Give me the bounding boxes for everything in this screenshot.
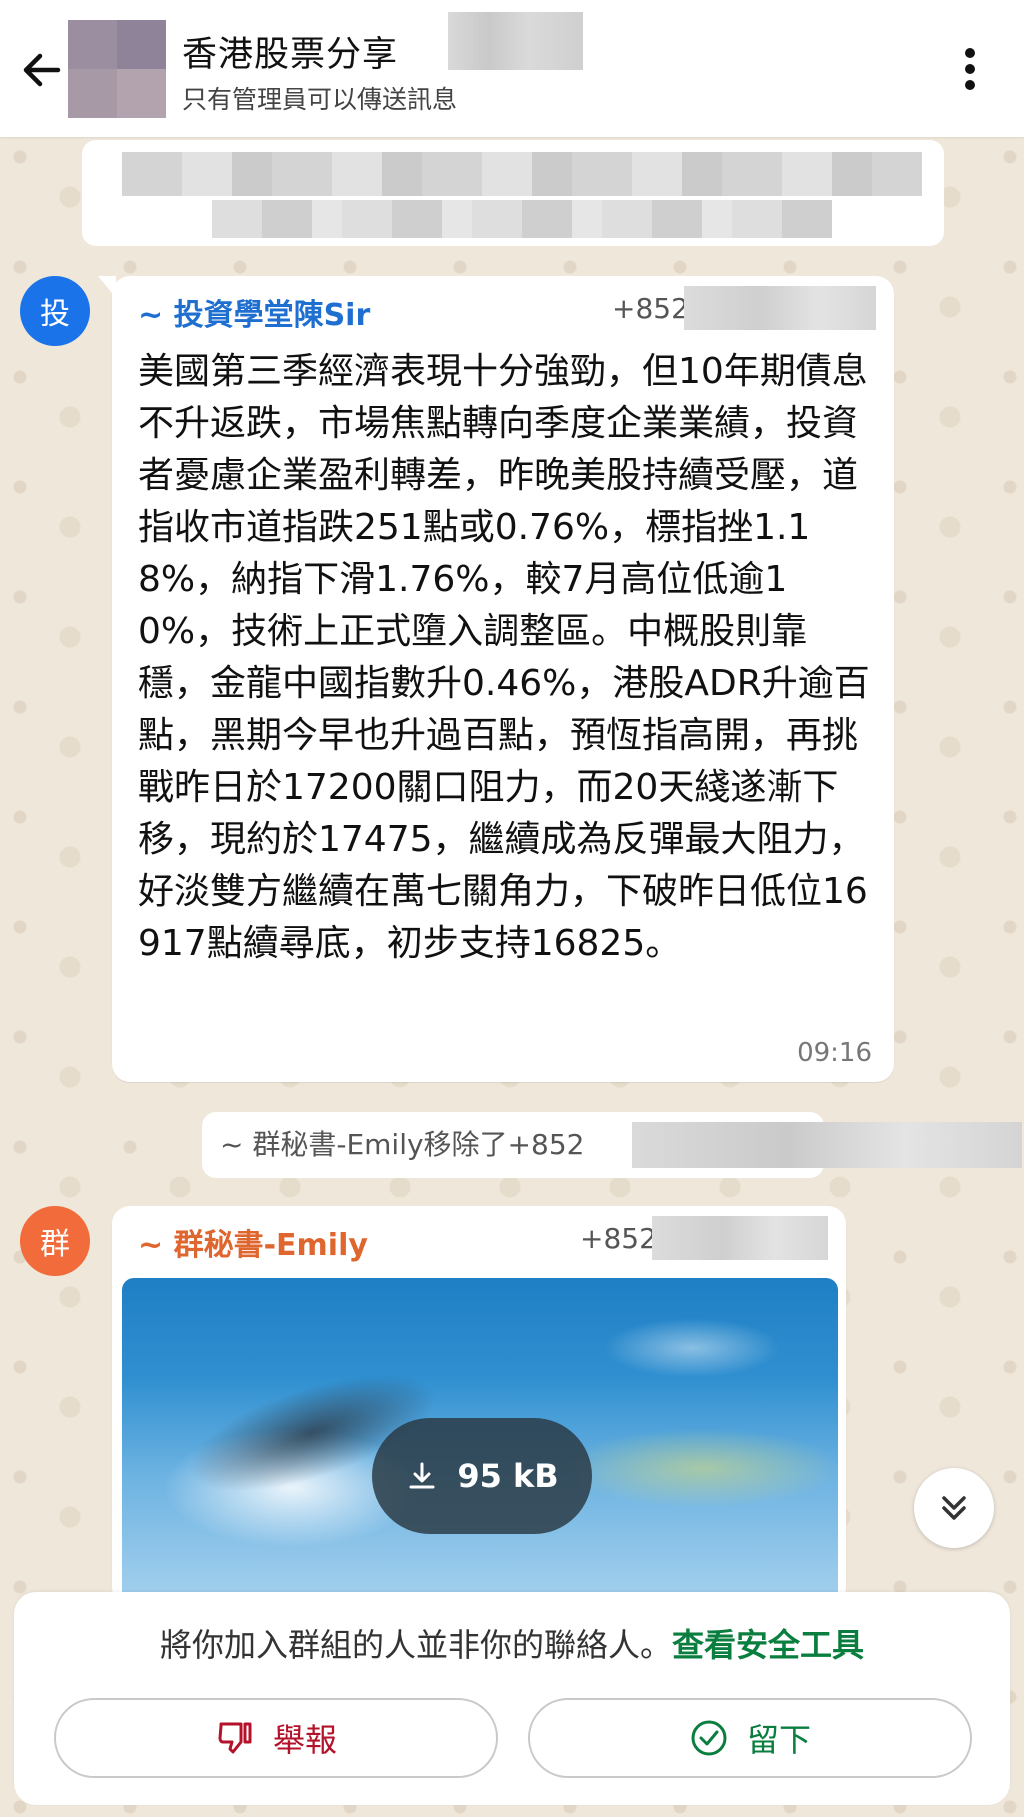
redacted-system-banner	[82, 140, 944, 246]
more-options-button[interactable]	[950, 44, 990, 94]
sender-name[interactable]: ~ 群秘書-Emily	[138, 1220, 368, 1264]
sender-phone: +852	[580, 1222, 657, 1255]
scroll-to-bottom-button[interactable]	[914, 1468, 994, 1548]
system-notice-text: ~ 群秘書-Emily移除了+852	[220, 1128, 585, 1161]
avatar-initial: 群	[40, 1227, 70, 1262]
group-subtitle: 只有管理員可以傳送訊息	[182, 85, 458, 114]
safety-message: 將你加入群組的人並非你的聯絡人。查看安全工具	[14, 1620, 1010, 1666]
redacted-phone	[684, 286, 876, 330]
check-circle-icon	[691, 1720, 727, 1756]
group-title[interactable]: 香港股票分享	[182, 26, 398, 77]
download-button[interactable]: 95 kB	[372, 1418, 592, 1534]
attachment-size: 95 kB	[457, 1457, 559, 1495]
thumbs-down-icon	[218, 1722, 252, 1754]
message-bubble[interactable]: ~ 群秘書-Emily +852	[112, 1206, 846, 1606]
redacted-phone	[632, 1122, 1022, 1168]
chat-header: 香港股票分享 只有管理員可以傳送訊息	[0, 0, 1024, 137]
download-icon	[409, 1462, 435, 1489]
arrow-left-icon	[23, 53, 61, 87]
sender-phone: +852	[612, 292, 689, 325]
sender-avatar[interactable]: 投	[20, 276, 90, 346]
more-vertical-icon	[965, 48, 975, 90]
message-bubble[interactable]: ~ 投資學堂陳Sir +852 美國第三季經濟表現十分強勁，但10年期債息不升返…	[98, 276, 894, 1082]
group-avatar[interactable]	[68, 20, 166, 118]
message-time: 09:16	[797, 1038, 872, 1068]
safety-text: 將你加入群組的人並非你的聯絡人。	[159, 1626, 672, 1664]
double-chevron-down-icon	[942, 1496, 966, 1520]
redacted-phone	[652, 1216, 828, 1260]
stay-button[interactable]: 留下	[528, 1698, 972, 1778]
sender-name[interactable]: ~ 投資學堂陳Sir	[138, 290, 370, 334]
message-text: 美國第三季經濟表現十分強勁，但10年期債息不升返跌，市場焦點轉向季度企業業績，投…	[138, 351, 870, 964]
redacted-title-segment	[448, 12, 583, 70]
sender-avatar[interactable]: 群	[20, 1206, 90, 1276]
stay-label: 留下	[746, 1721, 811, 1759]
safety-tools-link[interactable]: 查看安全工具	[672, 1626, 864, 1664]
avatar-initial: 投	[40, 297, 70, 332]
report-button[interactable]: 舉報	[54, 1698, 498, 1778]
report-label: 舉報	[272, 1721, 337, 1759]
system-notice: ~ 群秘書-Emily移除了+852	[202, 1112, 1022, 1178]
safety-panel: 將你加入群組的人並非你的聯絡人。查看安全工具 舉報 留下	[14, 1592, 1010, 1805]
back-button[interactable]	[16, 44, 68, 96]
